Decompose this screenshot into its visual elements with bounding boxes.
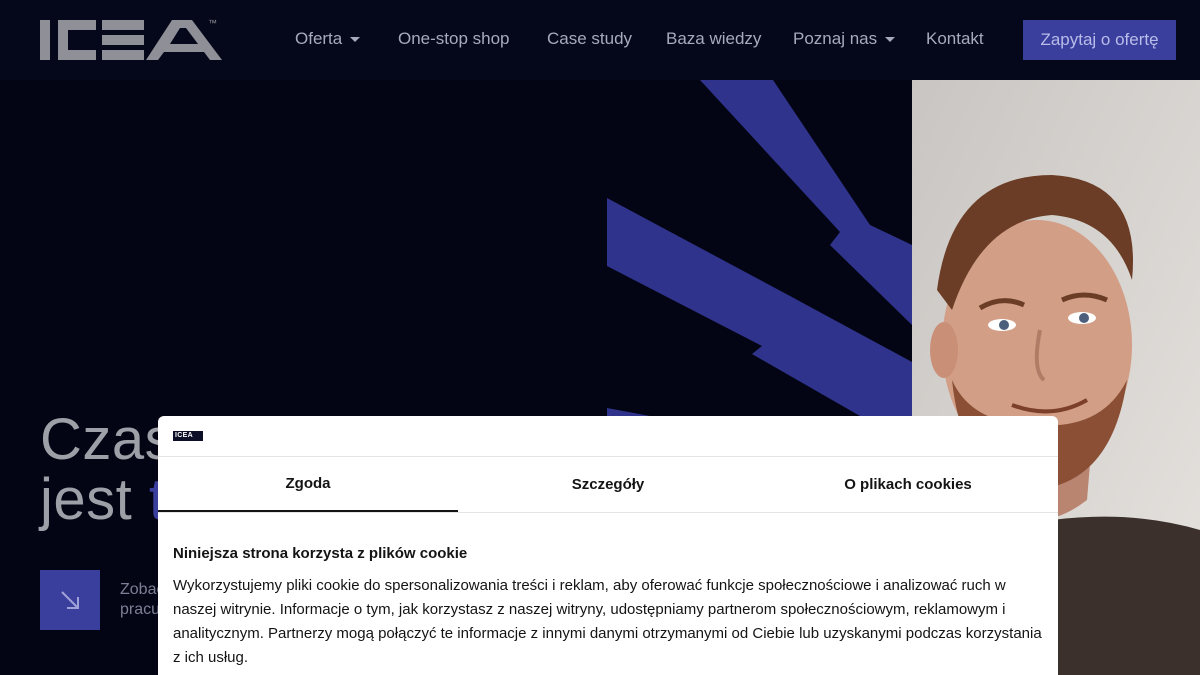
nav-poznaj-nas-label: Poznaj nas bbox=[793, 29, 878, 48]
tab-szczegoly[interactable]: Szczegóły bbox=[458, 457, 758, 512]
hero-title-line2-text: jest bbox=[40, 467, 133, 532]
cookie-dialog-body: Wykorzystujemy pliki cookie do spersonal… bbox=[173, 577, 1042, 666]
cookie-dialog-heading: Niniejsza strona korzysta z plików cooki… bbox=[173, 545, 468, 562]
tab-zgoda-label: Zgoda bbox=[285, 475, 331, 492]
nav-kontakt-label: Kontakt bbox=[926, 29, 984, 48]
nav-case-study-label: Case study bbox=[547, 29, 633, 48]
hero-title-line2: jest t bbox=[40, 470, 174, 530]
nav-oferta[interactable]: Oferta bbox=[295, 29, 361, 49]
dialog-logo: ICEA bbox=[173, 431, 203, 441]
arrow-down-right-icon bbox=[61, 591, 79, 609]
nav-oferta-label: Oferta bbox=[295, 29, 343, 48]
cookie-tabs: Zgoda Szczegóły O plikach cookies bbox=[158, 457, 1058, 512]
hero-arrow-button[interactable] bbox=[40, 570, 100, 630]
logo-tm: ™ bbox=[208, 18, 217, 28]
nav-one-stop-shop[interactable]: One-stop shop bbox=[398, 29, 510, 49]
tabs-divider bbox=[158, 512, 1058, 513]
cookie-consent-dialog: ICEA Zgoda Szczegóły O plikach cookies N… bbox=[158, 416, 1058, 675]
tab-szczegoly-label: Szczegóły bbox=[571, 476, 645, 493]
hero-title: Czas jest t bbox=[40, 410, 174, 530]
chevron-down-icon bbox=[885, 37, 896, 43]
nav-baza-wiedzy-label: Baza wiedzy bbox=[666, 29, 762, 48]
nav-baza-wiedzy[interactable]: Baza wiedzy bbox=[666, 29, 761, 49]
request-offer-button[interactable]: Zapytaj o ofertę bbox=[1023, 20, 1176, 60]
tab-o-plikach-cookies[interactable]: O plikach cookies bbox=[758, 457, 1058, 512]
site-header: ™ Oferta One-stop shop Case study Baza w… bbox=[0, 0, 1200, 80]
nav-poznaj-nas[interactable]: Poznaj nas bbox=[793, 29, 896, 49]
dialog-logo-text: ICEA bbox=[175, 432, 193, 439]
chevron-down-icon bbox=[350, 37, 361, 43]
tab-o-plikach-cookies-label: O plikach cookies bbox=[844, 476, 972, 493]
nav-kontakt[interactable]: Kontakt bbox=[926, 29, 984, 49]
icea-logo[interactable]: ™ bbox=[40, 16, 230, 64]
nav-one-stop-shop-label: One-stop shop bbox=[398, 29, 510, 48]
tab-zgoda[interactable]: Zgoda bbox=[158, 457, 458, 512]
nav-case-study[interactable]: Case study bbox=[547, 29, 632, 49]
hero-title-line1: Czas bbox=[40, 407, 175, 472]
